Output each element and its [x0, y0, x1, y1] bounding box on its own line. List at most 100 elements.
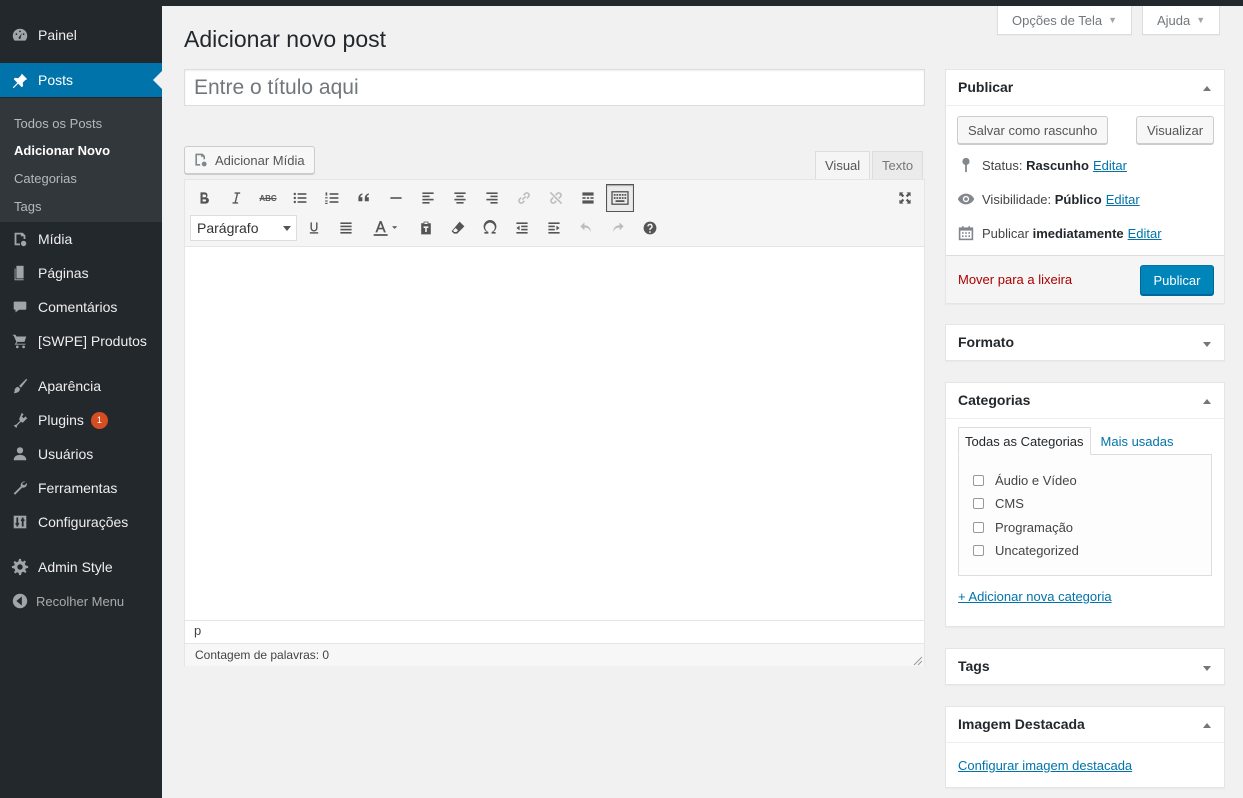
expand-arrow-icon[interactable]: [1203, 666, 1211, 671]
set-featured-image-link[interactable]: Configurar imagem destacada: [958, 758, 1132, 773]
align-right-icon[interactable]: [478, 184, 506, 212]
tab-most-used[interactable]: Mais usadas: [1095, 427, 1180, 455]
menu-item-admin-style[interactable]: Admin Style: [0, 550, 162, 584]
redo-icon[interactable]: [604, 214, 632, 242]
menu-label: Plugins 1: [38, 411, 108, 429]
justify-icon[interactable]: [332, 214, 360, 242]
current-menu-arrow: [153, 71, 162, 89]
category-item: Uncategorized: [973, 543, 1079, 558]
menu-item-ferramentas[interactable]: Ferramentas: [0, 471, 162, 505]
numbered-list-icon[interactable]: [318, 184, 346, 212]
align-left-icon[interactable]: [414, 184, 442, 212]
menu-item-swpe-produtos[interactable]: [SWPE] Produtos: [0, 324, 162, 358]
format-box: Formato: [945, 324, 1225, 361]
add-media-button[interactable]: Adicionar Mídia: [184, 146, 315, 174]
admin-sidebar: Painel Posts Todos os Posts Adicionar No…: [0, 6, 162, 798]
clear-formatting-icon[interactable]: [444, 214, 472, 242]
post-title-input[interactable]: [184, 69, 925, 106]
format-select[interactable]: Parágrafo: [190, 215, 297, 241]
bold-icon[interactable]: [190, 184, 218, 212]
visibility-row: Visibilidade: Público Editar: [956, 189, 1140, 209]
collapse-menu-button[interactable]: Recolher Menu: [0, 584, 162, 618]
menu-item-plugins[interactable]: Plugins 1: [0, 403, 162, 437]
text-color-icon[interactable]: [365, 214, 405, 242]
collapse-arrow-icon[interactable]: [1203, 723, 1211, 728]
tags-box-header[interactable]: Tags: [946, 649, 1224, 685]
format-select-value: Parágrafo: [197, 220, 259, 236]
cart-icon: [10, 331, 30, 351]
bullet-list-icon[interactable]: [286, 184, 314, 212]
menu-item-painel[interactable]: Painel: [0, 18, 162, 52]
settings-icon: [10, 512, 30, 532]
submenu-item-tags[interactable]: Tags: [14, 199, 41, 214]
preview-button[interactable]: Visualizar: [1136, 116, 1214, 144]
menu-item-usuarios[interactable]: Usuários: [0, 437, 162, 471]
blockquote-icon[interactable]: [350, 184, 378, 212]
submenu-item-categories[interactable]: Categorias: [14, 171, 77, 186]
caret-down-icon: ▼: [1196, 15, 1206, 25]
user-icon: [10, 444, 30, 464]
help-button[interactable]: Ajuda ▼: [1142, 6, 1221, 35]
categories-box-header[interactable]: Categorias: [946, 383, 1224, 419]
read-more-icon[interactable]: [574, 184, 602, 212]
status-label: Status:: [982, 157, 1023, 173]
italic-icon[interactable]: [222, 184, 250, 212]
menu-label: Aparência: [38, 378, 102, 394]
submenu-item-all-posts[interactable]: Todos os Posts: [14, 116, 102, 131]
horizontal-line-icon[interactable]: [382, 184, 410, 212]
edit-schedule-link[interactable]: Editar: [1128, 226, 1162, 241]
editor-content-area[interactable]: [185, 247, 924, 620]
menu-label: Ferramentas: [38, 480, 118, 496]
publish-button[interactable]: Publicar: [1140, 265, 1214, 295]
menu-label: Admin Style: [38, 559, 113, 575]
element-path[interactable]: p: [185, 620, 924, 642]
expand-arrow-icon[interactable]: [1203, 342, 1211, 347]
featured-image-box-header[interactable]: Imagem Destacada: [946, 707, 1224, 743]
format-box-header[interactable]: Formato: [946, 325, 1224, 361]
underline-icon[interactable]: [300, 214, 328, 242]
resize-handle-icon[interactable]: [913, 654, 923, 666]
outdent-icon[interactable]: [508, 214, 536, 242]
undo-icon[interactable]: [572, 214, 600, 242]
collapse-arrow-icon[interactable]: [1203, 86, 1211, 91]
tab-text[interactable]: Texto: [872, 151, 924, 180]
paste-text-icon[interactable]: [412, 214, 440, 242]
category-item: Áudio e Vídeo: [973, 473, 1077, 488]
menu-item-aparencia[interactable]: Aparência: [0, 369, 162, 403]
submenu-item-add-new[interactable]: Adicionar Novo: [14, 143, 110, 158]
menu-item-midia[interactable]: Mídia: [0, 222, 162, 256]
menu-label: Mídia: [38, 231, 73, 247]
category-checkbox[interactable]: [973, 545, 984, 556]
category-checkbox[interactable]: [973, 522, 984, 533]
toolbar-toggle-icon[interactable]: [606, 184, 634, 212]
menu-item-posts[interactable]: Posts: [0, 63, 162, 97]
tab-all-categories[interactable]: Todas as Categorias: [958, 427, 1091, 455]
publish-box-title: Publicar: [958, 79, 1014, 95]
special-character-icon[interactable]: [476, 214, 504, 242]
publish-box-header[interactable]: Publicar: [946, 70, 1224, 106]
menu-item-configuracoes[interactable]: Configurações: [0, 505, 162, 539]
unlink-icon[interactable]: [542, 184, 570, 212]
category-checkbox[interactable]: [973, 498, 984, 509]
category-checkbox[interactable]: [973, 475, 984, 486]
add-media-label: Adicionar Mídia: [215, 152, 305, 168]
collapse-arrow-icon: [10, 591, 30, 611]
save-draft-button[interactable]: Salvar como rascunho: [957, 116, 1109, 144]
eye-icon: [956, 189, 976, 209]
fullscreen-icon[interactable]: [891, 184, 919, 212]
edit-visibility-link[interactable]: Editar: [1106, 192, 1140, 207]
align-center-icon[interactable]: [446, 184, 474, 212]
add-new-category-link[interactable]: + Adicionar nova categoria: [958, 589, 1112, 604]
link-icon[interactable]: [510, 184, 538, 212]
category-item: Programação: [973, 520, 1073, 535]
move-to-trash-link[interactable]: Mover para a lixeira: [958, 272, 1072, 287]
screen-options-button[interactable]: Opções de Tela ▼: [997, 6, 1133, 35]
menu-item-comentarios[interactable]: Comentários: [0, 290, 162, 324]
indent-icon[interactable]: [540, 214, 568, 242]
help-icon[interactable]: [636, 214, 664, 242]
menu-item-paginas[interactable]: Páginas: [0, 256, 162, 290]
edit-status-link[interactable]: Editar: [1093, 158, 1127, 173]
strikethrough-icon[interactable]: ABC: [254, 184, 282, 212]
collapse-arrow-icon[interactable]: [1203, 399, 1211, 404]
tab-visual[interactable]: Visual: [815, 151, 871, 180]
